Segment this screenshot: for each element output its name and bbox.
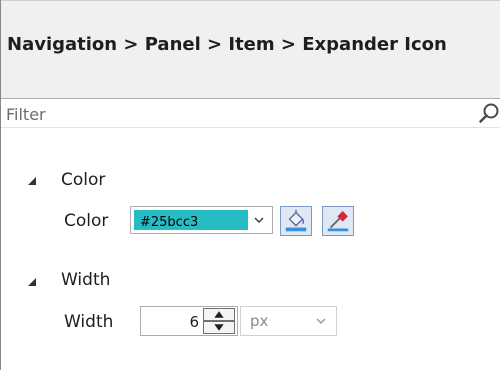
search-icon[interactable] xyxy=(478,102,500,124)
paint-bucket-button[interactable] xyxy=(280,206,312,236)
eyedropper-button[interactable] xyxy=(322,206,354,236)
spin-down-button[interactable] xyxy=(203,321,235,334)
filter-input[interactable] xyxy=(6,103,446,125)
expander-collapse-icon[interactable] xyxy=(27,176,37,186)
width-stepper[interactable] xyxy=(140,306,238,336)
color-picker-combo[interactable]: #25bcc3 xyxy=(130,206,273,234)
properties-panel: Navigation > Panel > Item > Expander Ico… xyxy=(0,0,500,370)
width-value-input[interactable] xyxy=(143,311,199,333)
chevron-down-icon xyxy=(214,324,224,331)
chevron-down-icon xyxy=(316,318,326,325)
category-label-width: Width xyxy=(61,270,111,290)
chevron-down-icon[interactable] xyxy=(254,216,264,224)
expander-collapse-icon[interactable] xyxy=(27,277,37,287)
category-label-color: Color xyxy=(61,170,106,190)
color-swatch: #25bcc3 xyxy=(134,210,248,230)
spin-up-button[interactable] xyxy=(203,308,235,321)
filter-box[interactable] xyxy=(0,98,500,128)
color-hex-value: #25bcc3 xyxy=(140,215,199,230)
breadcrumb-title: Navigation > Panel > Item > Expander Ico… xyxy=(7,34,447,55)
property-label-color: Color xyxy=(64,211,109,231)
property-label-width: Width xyxy=(64,312,114,332)
panel-header: Navigation > Panel > Item > Expander Ico… xyxy=(0,0,500,98)
paint-bucket-icon xyxy=(285,209,307,232)
panel-left-border xyxy=(0,0,1,370)
eyedropper-icon xyxy=(327,211,349,232)
unit-value: px xyxy=(250,312,269,330)
chevron-up-icon xyxy=(214,311,224,318)
unit-select[interactable]: px xyxy=(240,306,337,336)
